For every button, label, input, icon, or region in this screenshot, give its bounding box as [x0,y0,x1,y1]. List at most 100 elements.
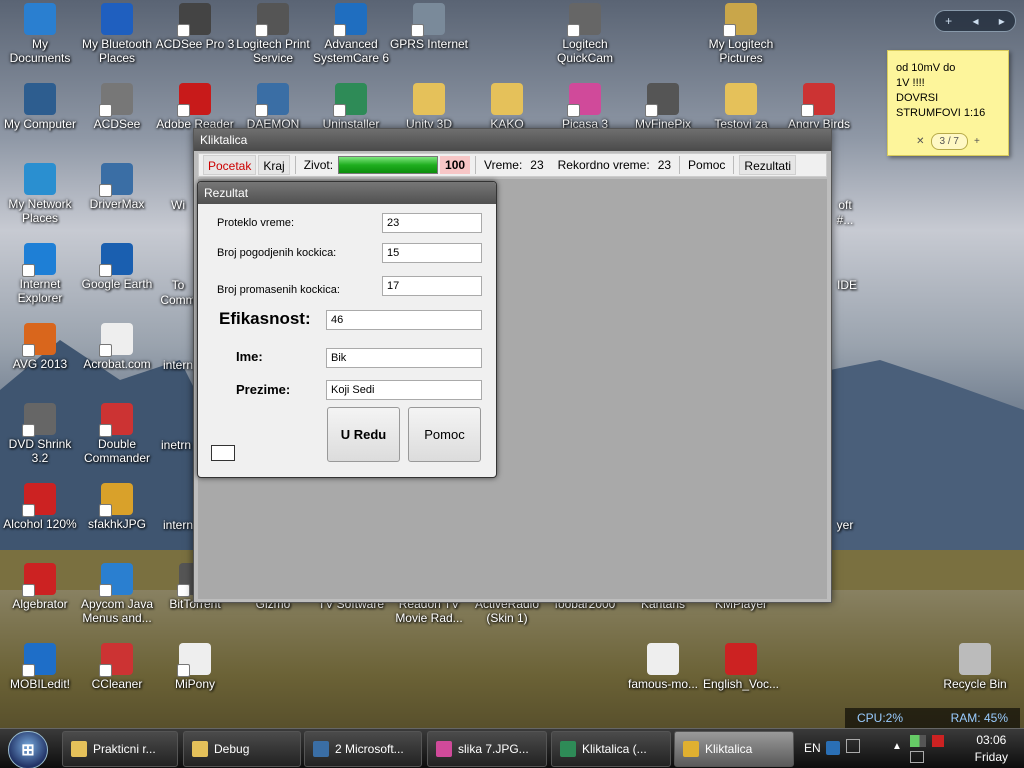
efficiency-field[interactable]: 46 [326,310,482,330]
taskbar-button[interactable]: Debug [183,731,301,767]
desktop-icon-partial[interactable]: Comm [158,293,198,307]
taskbar-button[interactable]: Prakticni r... [62,731,178,767]
desktop-icon-partial[interactable]: To [158,278,198,292]
sticky-note[interactable]: od 10mV do 1V !!!! DOVRSI STRUMFOVI 1:16… [887,50,1009,156]
record-time-value: 23 [657,158,672,172]
desktop-icon[interactable]: AVG 2013 [0,323,80,371]
desktop-icon[interactable]: GPRS Internet [389,3,469,51]
toolbar-separator [475,156,477,174]
dialog-body: Proteklo vreme: 23 Broj pogodjenih kocki… [201,206,493,474]
note-line: STRUMFOVI 1:16 [896,107,986,119]
desktop-icon[interactable]: KAKO [467,83,547,131]
misses-field[interactable]: 17 [382,276,482,296]
first-name-field[interactable]: Bik [326,348,482,368]
desktop-icon[interactable]: famous-mo... [623,643,703,691]
desktop-icon[interactable]: Adobe Reader [155,83,235,131]
desktop-icon[interactable]: Logitech Print Service [233,3,313,65]
volume-icon[interactable] [932,735,944,747]
taskbar-button[interactable]: slika 7.JPG... [427,731,547,767]
close-icon[interactable]: ✕ [916,134,924,149]
taskbar-button[interactable]: Kliktalica [674,731,794,767]
help-icon[interactable] [826,741,840,755]
desktop-icon[interactable]: Testovi za [701,83,781,131]
desktop-icon[interactable]: MiPony [155,643,235,691]
desktop-icon-partial[interactable]: #... [830,213,860,227]
add-gadget-button[interactable]: + [945,14,952,28]
desktop-icon[interactable]: Internet Explorer [0,243,80,305]
desktop-icon[interactable]: ACDSee Pro 3 [155,3,235,51]
clock[interactable]: 03:06 Friday [975,732,1008,766]
add-note-icon[interactable]: + [974,134,980,149]
cpu-usage: CPU:2% [857,711,903,725]
start-button-orb[interactable]: ⊞ [8,731,48,768]
desktop-icon[interactable]: MyFinePix [623,83,703,131]
desktop-icon[interactable]: Algebrator [0,563,80,611]
start-button[interactable]: Pocetak [203,155,257,175]
desktop-icon-partial[interactable]: Wi [158,198,198,212]
task-label: 2 Microsoft... [335,742,404,756]
desktop-icon-partial[interactable]: intern [158,518,198,532]
desktop-icon[interactable]: Angry Birds [779,83,859,131]
small-checkbox[interactable] [211,445,235,461]
desktop-icon[interactable]: Uninstaller [311,83,391,131]
ok-button[interactable]: U Redu [327,407,400,462]
desktop-icon[interactable]: ACDSee [77,83,157,131]
desktop-icon[interactable]: Logitech QuickCam [545,3,625,65]
desktop-icon[interactable]: MOBILedit! [0,643,80,691]
desktop-icon-partial[interactable]: IDE [832,278,862,292]
desktop-icon-label: English_Voc... [702,677,780,691]
task-icon [683,741,699,757]
results-button[interactable]: Rezultati [739,155,797,175]
gadget-prev-button[interactable]: ◂ [972,14,978,28]
taskbar-button[interactable]: 2 Microsoft... [304,731,422,767]
life-value: 100 [440,156,471,174]
monitor-icon[interactable] [910,751,924,763]
tray-settings-icon[interactable] [846,739,860,753]
desktop-icon[interactable]: DAEMON [233,83,313,131]
end-button[interactable]: Kraj [258,155,290,175]
taskbar: ⊞ Prakticni r... Debug 2 Microsoft... slika… [0,728,1024,768]
desktop-icon[interactable]: My Logitech Pictures [701,3,781,65]
dialog-help-button[interactable]: Pomoc [408,407,481,462]
app-icon [255,83,289,117]
elapsed-time-field[interactable]: 23 [382,213,482,233]
desktop-icon[interactable]: sfakhkJPG [77,483,157,531]
desktop-icon[interactable]: English_Voc... [701,643,781,691]
app-icon [333,3,367,37]
gadget-next-button[interactable]: ▸ [999,14,1005,28]
desktop-icon[interactable]: Unity 3D [389,83,469,131]
help-button[interactable]: Pomoc [685,158,728,172]
hits-field[interactable]: 15 [382,243,482,263]
record-time-label: Rekordno vreme: [557,158,650,172]
taskbar-button[interactable]: Kliktalica (... [551,731,671,767]
desktop-icon[interactable]: DVD Shrink 3.2 [0,403,80,465]
desktop-icon[interactable]: My Documents [0,3,80,65]
desktop-icon[interactable]: Google Earth [77,243,157,291]
desktop-icon[interactable]: Apycom Java Menus and... [77,563,157,625]
game-toolbar: Pocetak Kraj Zivot: 100 Vreme: 23 Rekord… [198,153,827,177]
desktop-icon-label: Internet Explorer [17,277,63,305]
desktop-icon[interactable]: Acrobat.com [77,323,157,371]
desktop-icon[interactable]: DriverMax [77,163,157,211]
app-icon [22,563,56,597]
desktop-icon[interactable]: Double Commander [77,403,157,465]
language-indicator[interactable]: EN [804,741,821,755]
desktop-icon[interactable]: CCleaner [77,643,157,691]
time-value: 23 [530,158,544,172]
desktop-icon-partial[interactable]: yer [830,518,860,532]
desktop-icon-partial[interactable]: oft [830,198,860,212]
desktop-icon-partial[interactable]: inetrn [156,438,196,452]
desktop-icon[interactable]: My Network Places [0,163,80,225]
task-label: slika 7.JPG... [458,742,529,756]
desktop-icon[interactable]: Alcohol 120% [0,483,80,531]
desktop-icon[interactable]: Advanced SystemCare 6 [311,3,391,65]
show-hidden-icons-arrow[interactable]: ▲ [892,741,902,752]
network-icon[interactable] [910,735,926,747]
elapsed-time-label: Proteklo vreme: [217,217,295,229]
desktop-icon-partial[interactable]: intern [158,358,198,372]
desktop-icon[interactable]: Recycle Bin [935,643,1015,691]
desktop-icon[interactable]: Picasa 3 [545,83,625,131]
desktop-icon[interactable]: My Computer [0,83,80,131]
last-name-field[interactable]: Koji Sedi [326,380,482,400]
desktop-icon[interactable]: My Bluetooth Places [77,3,157,65]
